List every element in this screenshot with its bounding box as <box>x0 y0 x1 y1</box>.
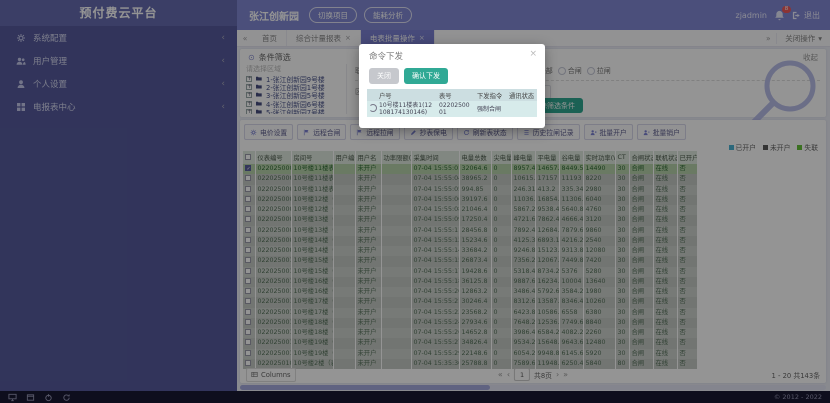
command-dialog: 命令下发 × 关闭 确认下发 户号表号下发指令通讯状态 10号楼11楼表1(12… <box>359 44 545 128</box>
confirm-send-button[interactable]: 确认下发 <box>404 68 448 84</box>
loading-icon <box>369 104 377 112</box>
spinner-column-header <box>367 89 377 101</box>
dialog-title: 命令下发 <box>359 44 545 62</box>
modal-column-header-0: 户号 <box>377 89 437 101</box>
command-row: 10号楼11楼表1(12108174130146) 0220250001 强制合… <box>367 101 537 117</box>
modal-column-header-3: 通讯状态 <box>507 89 537 101</box>
dialog-close-button[interactable]: 关闭 <box>369 68 399 84</box>
command-cell: 强制合闸 <box>475 101 507 117</box>
app-root: 预付费云平台 系统配置‹用户管理‹个人设置‹电报表中心‹ 张江创新园 切换项目 … <box>0 0 830 403</box>
meter-cell: 0220250001 <box>437 101 475 117</box>
modal-column-header-1: 表号 <box>437 89 475 101</box>
comm-status-cell <box>507 101 537 117</box>
command-table: 户号表号下发指令通讯状态 10号楼11楼表1(12108174130146) 0… <box>367 89 537 117</box>
close-icon[interactable]: × <box>529 49 537 59</box>
account-cell: 10号楼11楼表1(12108174130146) <box>377 101 437 117</box>
modal-column-header-2: 下发指令 <box>475 89 507 101</box>
